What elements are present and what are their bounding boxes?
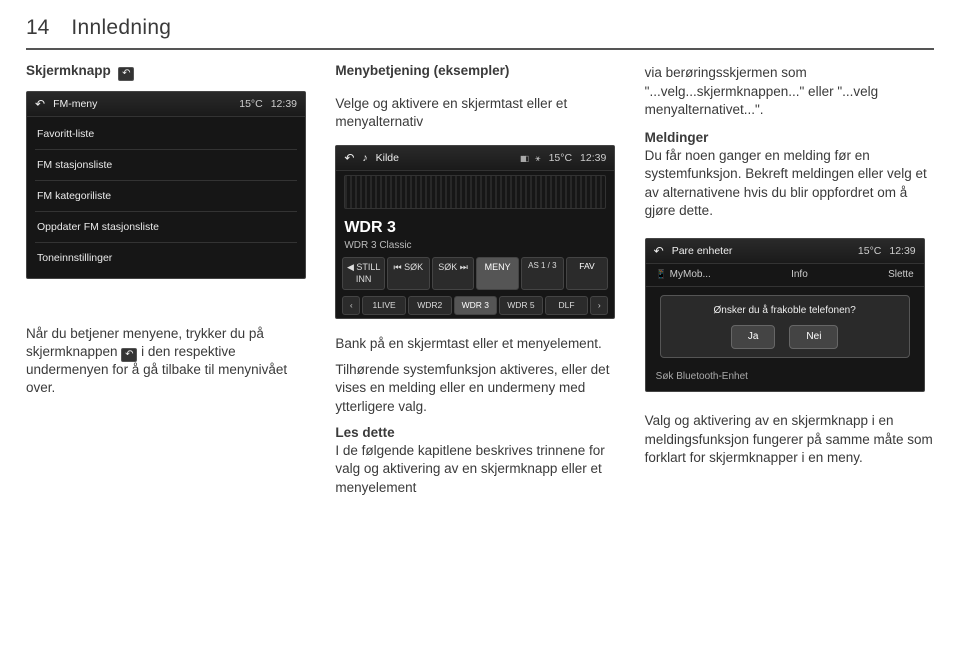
meny-button[interactable]: MENY xyxy=(476,257,519,289)
preset-button[interactable]: WDR 3 xyxy=(454,296,498,315)
bluetooth-icon: ⚹ xyxy=(535,152,540,164)
temp-label: 15°C xyxy=(239,97,262,111)
no-button[interactable]: Nei xyxy=(789,325,838,349)
phone-icon: 📱 xyxy=(656,269,667,279)
menu-item[interactable]: Oppdater FM stasjonsliste xyxy=(35,216,297,238)
back-icon: ↶ xyxy=(118,67,134,81)
body-text: Valg og aktivering av en skjermknapp i e… xyxy=(645,412,934,467)
header-rule xyxy=(26,48,934,50)
body-text: via berøringsskjermen som "...velg...skj… xyxy=(645,64,934,119)
confirm-dialog: Ønsker du å frakoble telefonen? Ja Nei xyxy=(660,295,910,358)
still-inn-button[interactable]: ◀ STILL INN xyxy=(342,257,385,289)
menu-item[interactable]: FM stasjonsliste xyxy=(35,154,297,176)
waveform-icon xyxy=(344,175,606,209)
menu-item[interactable]: FM kategoriliste xyxy=(35,185,297,207)
body-text: Tilhørende systemfunksjon aktiveres, ell… xyxy=(335,361,624,416)
temp-label: 15°C xyxy=(549,151,572,165)
menu-item[interactable]: Favoritt-liste xyxy=(35,123,297,145)
preset-button[interactable]: WDR2 xyxy=(408,296,452,315)
body-text: I de følgende kapitlene beskrives trinne… xyxy=(335,443,604,494)
as-label[interactable]: AS 1 / 3 xyxy=(521,257,564,289)
page-number: 14 xyxy=(26,14,49,42)
station-name: WDR 3 xyxy=(344,217,606,239)
body-text: Du får noen ganger en melding før en sys… xyxy=(645,148,927,218)
time-label: 12:39 xyxy=(580,151,606,165)
preset-left-icon[interactable]: ‹ xyxy=(342,296,360,315)
skjermknapp-label: Skjermknapp xyxy=(26,63,111,78)
column-2: Menybetjening (eksempler) Velge og aktiv… xyxy=(335,62,624,496)
time-label: 12:39 xyxy=(271,97,297,111)
shot-title: FM-meny xyxy=(53,97,97,111)
body-text: Bank på en skjermtast eller et menyeleme… xyxy=(335,335,624,353)
preset-right-icon[interactable]: › xyxy=(590,296,608,315)
back-icon[interactable]: ↶ xyxy=(654,243,664,259)
body-text: Velge og aktivere en skjermtast eller et… xyxy=(335,95,624,131)
note-icon: ♪ xyxy=(362,151,367,165)
seek-prev-button[interactable]: ⏮ SØK xyxy=(387,257,430,289)
column-3: via berøringsskjermen som "...velg...skj… xyxy=(645,62,934,496)
temp-label: 15°C xyxy=(858,244,881,258)
back-icon[interactable]: ↶ xyxy=(35,96,45,112)
kilde-label: Kilde xyxy=(376,151,399,165)
yes-button[interactable]: Ja xyxy=(731,325,776,349)
fav-button[interactable]: FAV xyxy=(566,257,609,289)
meldinger-heading: Meldinger xyxy=(645,130,709,145)
shot-title: Pare enheter xyxy=(672,244,733,258)
signal-icon xyxy=(520,151,527,165)
seek-next-button[interactable]: SØK ⏭ xyxy=(432,257,475,289)
preset-button[interactable]: WDR 5 xyxy=(499,296,543,315)
station-subtitle: WDR 3 Classic xyxy=(344,239,606,253)
back-icon[interactable]: ↶ xyxy=(344,150,354,166)
dialog-text: Ønsker du å frakoble telefonen? xyxy=(713,304,855,318)
search-bt-label[interactable]: Søk Bluetooth-Enhet xyxy=(646,366,924,392)
time-label: 12:39 xyxy=(889,244,915,258)
screenshot-pare-enheter: ↶ Pare enheter 15°C 12:39 📱 MyMob... Inf… xyxy=(645,238,925,392)
screenshot-radio: ↶ ♪ Kilde ⚹ 15°C 12:39 WDR 3 WDR 3 Class… xyxy=(335,145,615,319)
section-heading: Menybetjening (eksempler) xyxy=(335,62,624,80)
page-title: Innledning xyxy=(71,14,171,42)
preset-button[interactable]: 1LIVE xyxy=(362,296,406,315)
device-name: MyMob... xyxy=(670,269,711,280)
column-1: Skjermknapp ↶ ↶ FM-meny 15°C 12:39 Favor… xyxy=(26,62,315,496)
delete-label[interactable]: Slette xyxy=(888,268,914,282)
preset-button[interactable]: DLF xyxy=(545,296,589,315)
info-label[interactable]: Info xyxy=(791,268,808,282)
screenshot-fm-meny: ↶ FM-meny 15°C 12:39 Favoritt-liste FM s… xyxy=(26,91,306,279)
back-icon: ↶ xyxy=(121,348,137,362)
menu-item[interactable]: Toneinnstillinger xyxy=(35,247,297,269)
les-dette-heading: Les dette xyxy=(335,425,394,440)
